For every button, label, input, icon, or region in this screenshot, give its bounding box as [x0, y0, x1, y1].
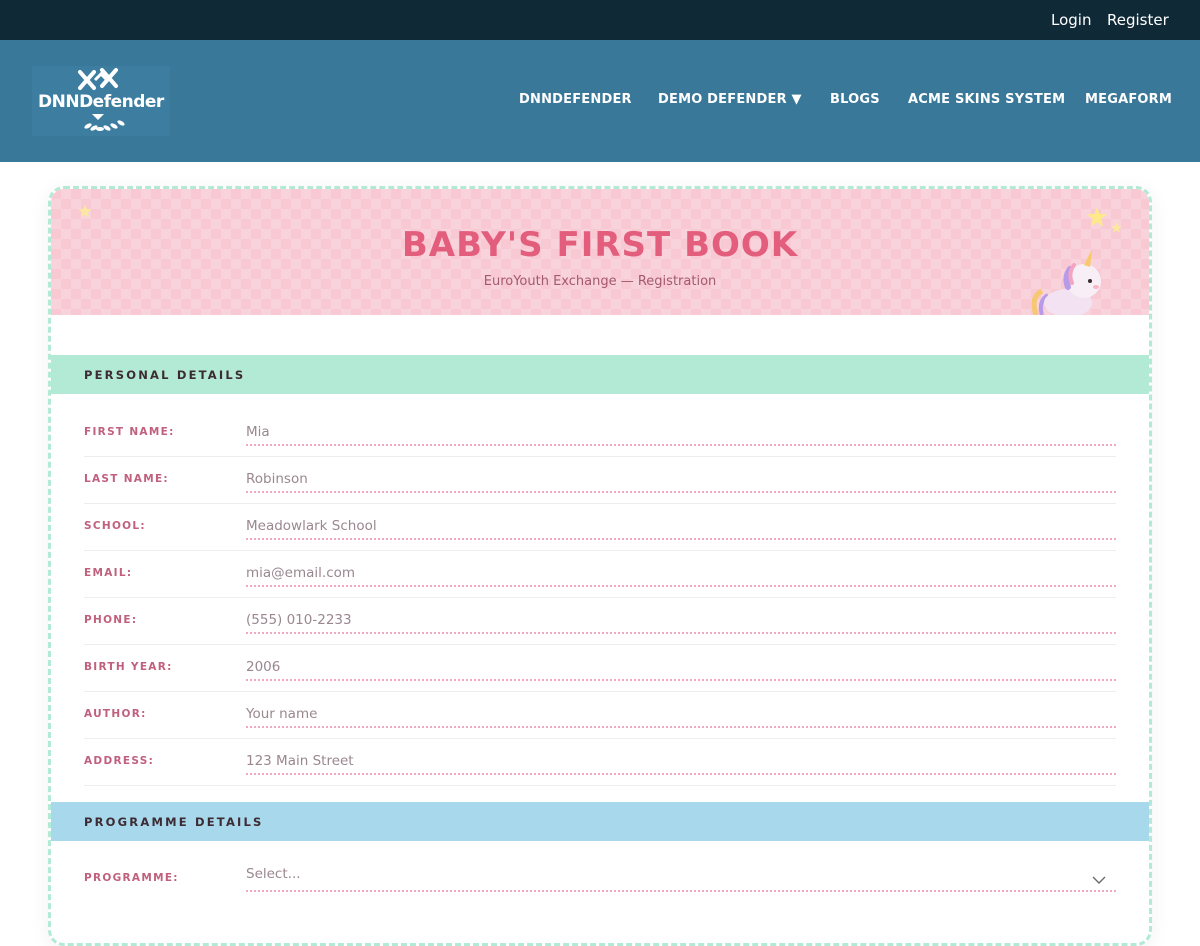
register-link[interactable]: Register [1107, 11, 1169, 29]
phone-input[interactable] [246, 602, 1116, 634]
field-label: FIRST NAME: [84, 426, 175, 438]
registration-form-card: BABY'S FIRST BOOK EuroYouth Exchange — R… [48, 186, 1152, 946]
first-name-input[interactable] [246, 414, 1116, 446]
field-label: AUTHOR: [84, 708, 147, 720]
author-input[interactable] [246, 696, 1116, 728]
form-row-birth-year: BIRTH YEAR: [84, 645, 1116, 692]
last-name-input[interactable] [246, 461, 1116, 493]
section-title: PERSONAL DETAILS [84, 368, 246, 382]
nav-item-dnndefender[interactable]: DNNDEFENDER [519, 92, 632, 107]
logo-wordmark: DNNDefender [38, 92, 164, 112]
star-icon [78, 204, 92, 218]
form-row-phone: PHONE: [84, 598, 1116, 645]
section-personal-details: PERSONAL DETAILS [51, 355, 1149, 394]
site-logo[interactable]: DNNDefender [32, 66, 170, 136]
programme-select-value: Select... [246, 866, 301, 882]
form-row-first-name: FIRST NAME: [84, 410, 1116, 457]
top-utility-bar: Login Register [0, 0, 1200, 40]
programme-select[interactable]: Select... [246, 860, 1116, 892]
chevron-down-icon [1092, 876, 1106, 884]
section-programme-details: PROGRAMME DETAILS [51, 802, 1149, 841]
nav-item-acme-skins-system[interactable]: ACME SKINS SYSTEM [908, 92, 1065, 107]
nav-item-demo-defender[interactable]: DEMO DEFENDER ▼ [658, 92, 802, 107]
email-input[interactable] [246, 555, 1116, 587]
login-link[interactable]: Login [1051, 11, 1091, 29]
form-row-email: EMAIL: [84, 551, 1116, 598]
form-row-author: AUTHOR: [84, 692, 1116, 739]
field-label: SCHOOL: [84, 520, 146, 532]
section-title: PROGRAMME DETAILS [84, 815, 264, 829]
birth-year-input[interactable] [246, 649, 1116, 681]
nav-item-megaform[interactable]: MEGAFORM [1085, 92, 1172, 107]
form-row-programme: PROGRAMME: Select... [84, 856, 1116, 903]
field-label: PROGRAMME: [84, 872, 179, 884]
form-subtitle: EuroYouth Exchange — Registration [483, 274, 717, 289]
field-label: PHONE: [84, 614, 138, 626]
site-header: DNNDefender DNNDEFENDER DEMO DEFENDER ▼ … [0, 40, 1200, 162]
field-label: BIRTH YEAR: [84, 661, 173, 673]
field-label: EMAIL: [84, 567, 133, 579]
form-title: BABY'S FIRST BOOK [401, 225, 799, 265]
school-input[interactable] [246, 508, 1116, 540]
form-row-last-name: LAST NAME: [84, 457, 1116, 504]
nav-item-blogs[interactable]: BLOGS [830, 92, 880, 107]
form-row-address: ADDRESS: [84, 739, 1116, 786]
form-row-school: SCHOOL: [84, 504, 1116, 551]
field-label: ADDRESS: [84, 755, 155, 767]
address-input[interactable] [246, 743, 1116, 775]
form-hero-banner: BABY'S FIRST BOOK EuroYouth Exchange — R… [51, 189, 1149, 315]
field-label: LAST NAME: [84, 473, 169, 485]
